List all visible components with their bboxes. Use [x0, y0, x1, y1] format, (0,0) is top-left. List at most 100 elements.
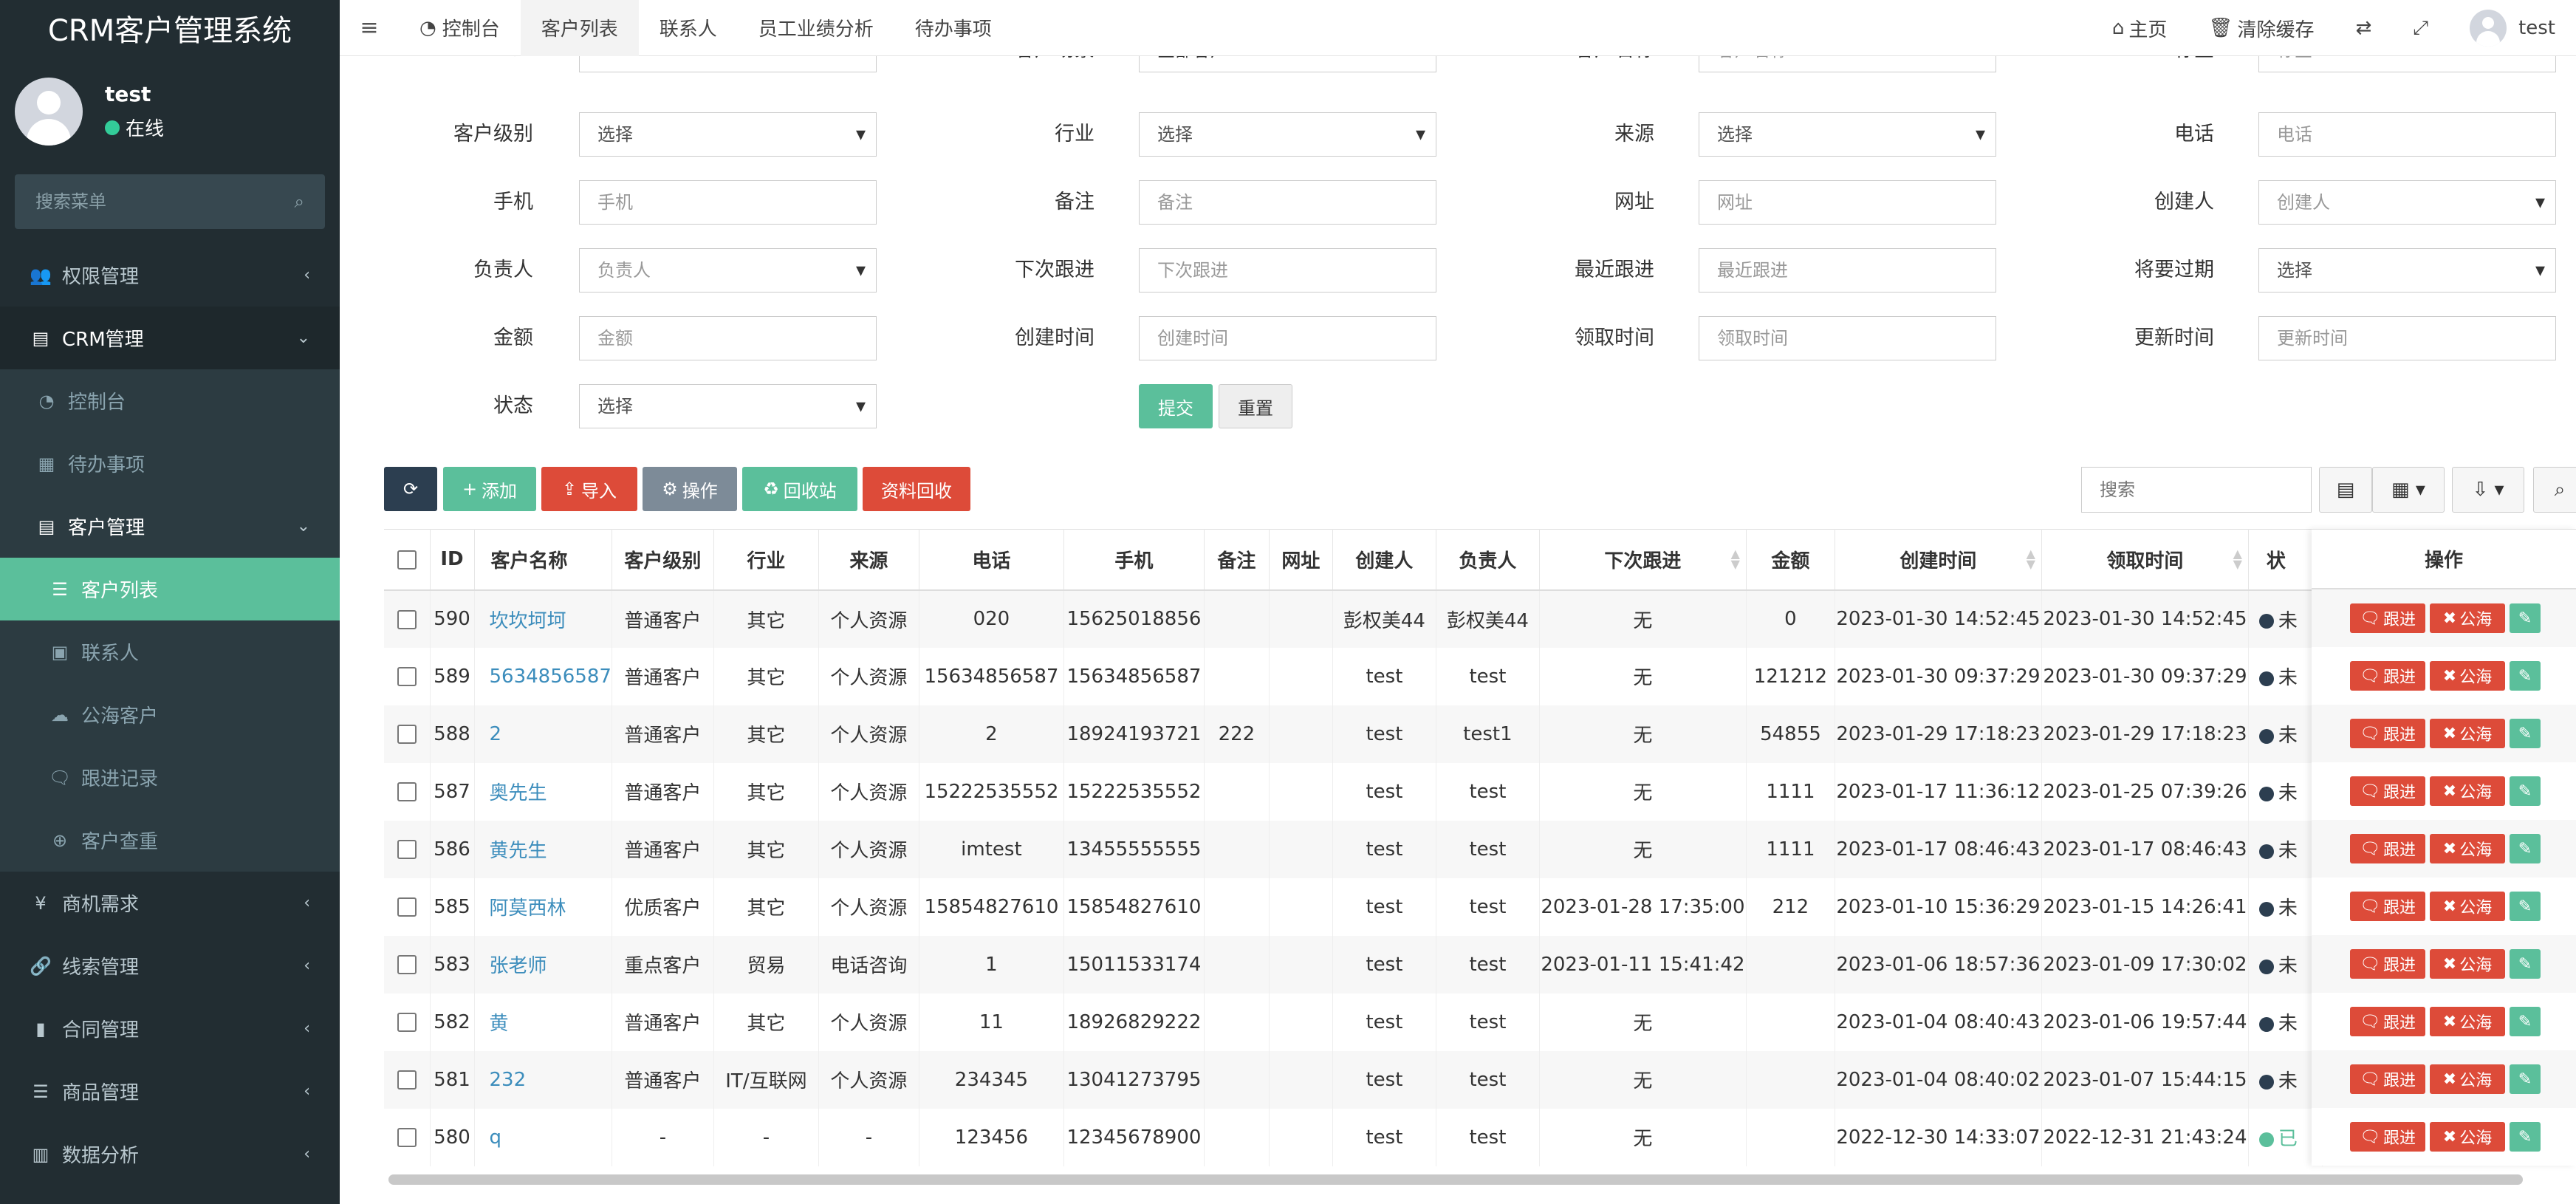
recent-follow-field[interactable]: 最近跟进	[1699, 248, 1996, 293]
fullscreen-icon[interactable]: ⤢	[2392, 17, 2449, 40]
create-time-field[interactable]: 创建时间	[1139, 316, 1436, 360]
edit-button[interactable]: ✎	[2510, 1122, 2541, 1152]
columns-icon[interactable]: ▦ ▾	[2372, 467, 2445, 513]
tab-todo[interactable]: 待办事项	[894, 0, 1013, 56]
import-button[interactable]: ⇪ 导入	[541, 467, 637, 511]
id-field[interactable]: ID	[579, 56, 877, 72]
table-row[interactable]: 581 232 普通客户 IT/互联网 个人资源 234345 13041273795 tes…	[384, 1050, 2323, 1109]
menu-toggle-icon[interactable]: ≡	[340, 15, 399, 41]
sidebar-item-duplicate-check[interactable]: ⊕ 客户查重	[0, 809, 340, 872]
search-icon[interactable]: ⌕	[295, 191, 304, 212]
row-checkbox[interactable]	[384, 1050, 431, 1109]
customer-name-link[interactable]: 2	[474, 705, 612, 763]
sidebar-search-input[interactable]	[35, 191, 257, 212]
table-search-input[interactable]	[2081, 467, 2312, 513]
select-all-checkbox[interactable]	[384, 529, 431, 591]
sidebar-item-follow-records[interactable]: 🗨 跟进记录	[0, 746, 340, 809]
clear-cache-button[interactable]: 🗑 清除缓存	[2188, 15, 2334, 42]
column-header[interactable]: ID	[430, 529, 475, 591]
row-checkbox[interactable]	[384, 993, 431, 1051]
home-link[interactable]: ⌂ 主页	[2092, 15, 2188, 42]
customer-name-field[interactable]: 客户名称	[1699, 56, 1996, 72]
sidebar-item-customer-list[interactable]: ☰ 客户列表	[0, 558, 340, 620]
amount-field[interactable]: 金额	[579, 316, 877, 360]
row-checkbox[interactable]	[384, 762, 431, 821]
row-checkbox[interactable]	[384, 1108, 431, 1166]
edit-button[interactable]: ✎	[2510, 834, 2541, 863]
toggle-view-icon[interactable]: ▤	[2319, 467, 2372, 513]
table-row[interactable]: 589 5634856587 普通客户 其它 个人资源 15634856587 156348…	[384, 647, 2323, 705]
sidebar-item-contracts[interactable]: ▮ 合同管理 ‹	[0, 997, 340, 1060]
sidebar-item-leads[interactable]: 🔗 线索管理 ‹	[0, 934, 340, 997]
sidebar-item-analytics[interactable]: ▥ 数据分析 ‹	[0, 1123, 340, 1186]
refresh-button[interactable]: ⟳	[384, 467, 437, 511]
table-row[interactable]: 588 2 普通客户 其它 个人资源 2 18924193721 222 test test1 无 5…	[384, 705, 2323, 763]
customer-name-link[interactable]: 张老师	[474, 935, 612, 993]
sidebar-item-products[interactable]: ☰ 商品管理 ‹	[0, 1060, 340, 1123]
phone-field[interactable]: 电话	[2258, 112, 2556, 157]
move-to-public-button[interactable]: ✖ 公海	[2430, 719, 2505, 748]
move-to-public-button[interactable]: ✖ 公海	[2430, 661, 2505, 691]
table-row[interactable]: 587 奥先生 普通客户 其它 个人资源 15222535552 15222535552 te…	[384, 762, 2323, 821]
row-checkbox[interactable]	[384, 935, 431, 993]
customer-name-link[interactable]: 坎坎坷坷	[474, 589, 612, 648]
level-select[interactable]: 选择	[579, 112, 877, 157]
column-header[interactable]: 手机	[1063, 529, 1205, 591]
column-header[interactable]: 行业	[713, 529, 819, 591]
move-to-public-button[interactable]: ✖ 公海	[2430, 603, 2505, 633]
column-header[interactable]: 电话	[919, 529, 1064, 591]
follow-button[interactable]: 🗨 跟进	[2350, 603, 2425, 633]
table-row[interactable]: 585 阿莫西林 优质客户 其它 个人资源 15854827610 15854827610 t…	[384, 878, 2323, 936]
sidebar-item-customer-mgmt[interactable]: ▤ 客户管理 ⌄	[0, 495, 340, 558]
operate-button[interactable]: ⚙ 操作	[643, 467, 737, 511]
submit-button[interactable]: 提交	[1139, 384, 1213, 428]
follow-button[interactable]: 🗨 跟进	[2350, 834, 2425, 863]
reclaim-button[interactable]: 资料回收	[863, 467, 970, 511]
recycle-bin-button[interactable]: ♻ 回收站	[742, 467, 857, 511]
scene-select[interactable]: 全部客户	[1139, 56, 1436, 72]
column-header[interactable]: 网址	[1269, 529, 1333, 591]
follow-button[interactable]: 🗨 跟进	[2350, 776, 2425, 806]
translate-icon[interactable]: ⇄	[2334, 17, 2392, 39]
column-header[interactable]: 客户名称	[474, 529, 612, 591]
tab-performance[interactable]: 员工业绩分析	[738, 0, 894, 56]
edit-button[interactable]: ✎	[2510, 1007, 2541, 1036]
sidebar-item-todo[interactable]: ▦ 待办事项	[0, 432, 340, 495]
sidebar-item-public-customers[interactable]: ☁ 公海客户	[0, 683, 340, 746]
edit-button[interactable]: ✎	[2510, 719, 2541, 748]
row-checkbox[interactable]	[384, 705, 431, 763]
reset-button[interactable]: 重置	[1219, 384, 1292, 428]
column-header[interactable]: 负责人	[1436, 529, 1540, 591]
tag-field[interactable]: 标签	[2258, 56, 2556, 72]
app-title[interactable]: CRM客户管理系统	[0, 0, 340, 56]
column-header[interactable]: 金额	[1746, 529, 1835, 591]
edit-button[interactable]: ✎	[2510, 892, 2541, 921]
sidebar-item-permission[interactable]: 👥 权限管理 ‹	[0, 244, 340, 307]
export-icon[interactable]: ⇩ ▾	[2452, 467, 2524, 513]
edit-button[interactable]: ✎	[2510, 1064, 2541, 1094]
source-select[interactable]: 选择	[1699, 112, 1996, 157]
follow-button[interactable]: 🗨 跟进	[2350, 1064, 2425, 1094]
search-icon[interactable]: ⌕	[2533, 467, 2576, 513]
move-to-public-button[interactable]: ✖ 公海	[2430, 1122, 2505, 1152]
customer-name-link[interactable]: 5634856587	[474, 647, 612, 705]
follow-button[interactable]: 🗨 跟进	[2350, 1007, 2425, 1036]
tab-customer-list[interactable]: 客户列表	[520, 0, 639, 56]
mobile-field[interactable]: 手机	[579, 180, 877, 225]
follow-button[interactable]: 🗨 跟进	[2350, 949, 2425, 979]
row-checkbox[interactable]	[384, 820, 431, 878]
table-row[interactable]: 590 坎坎坷坷 普通客户 其它 个人资源 020 15625018856 彭权美44 彭权美4…	[384, 589, 2323, 648]
follow-button[interactable]: 🗨 跟进	[2350, 1122, 2425, 1152]
table-row[interactable]: 583 张老师 重点客户 贸易 电话咨询 1 15011533174 test test 2023…	[384, 935, 2323, 993]
edit-button[interactable]: ✎	[2510, 603, 2541, 633]
customer-name-link[interactable]: 232	[474, 1050, 612, 1109]
follow-button[interactable]: 🗨 跟进	[2350, 661, 2425, 691]
customer-name-link[interactable]: 黄	[474, 993, 612, 1051]
customer-name-link[interactable]: 黄先生	[474, 820, 612, 878]
customer-name-link[interactable]: 奥先生	[474, 762, 612, 821]
edit-button[interactable]: ✎	[2510, 776, 2541, 806]
sidebar-item-crm[interactable]: ▤ CRM管理 ⌄	[0, 307, 340, 369]
move-to-public-button[interactable]: ✖ 公海	[2430, 892, 2505, 921]
creator-select[interactable]: 创建人	[2258, 180, 2556, 225]
column-header[interactable]: 客户级别	[612, 529, 714, 591]
